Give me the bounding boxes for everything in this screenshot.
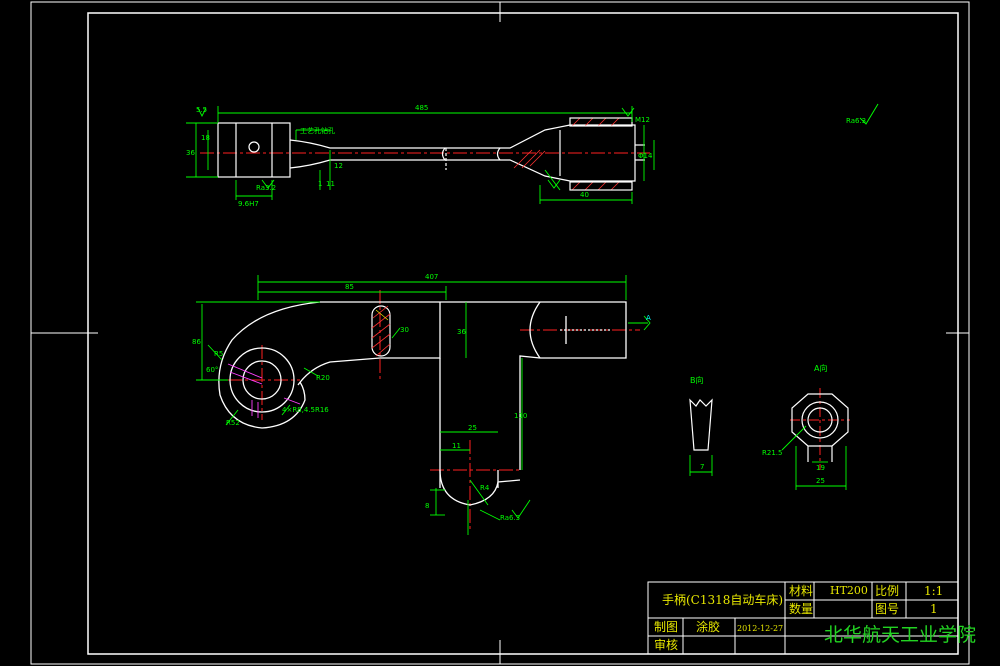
front-view-end-dim-1: 8: [425, 502, 429, 510]
title-material-label: 材料: [789, 584, 814, 598]
title-school: 北华航天工业学院: [824, 624, 977, 646]
title-scale-label: 比例: [875, 584, 900, 598]
top-view-roughness: Ra3.2: [256, 184, 276, 192]
top-view-left-dim-2: 18: [201, 134, 210, 142]
top-view-dim-text: 485 5.5 18 36 Ra3.2 9.6H7 1 12 11 工艺孔钻孔 …: [186, 104, 653, 208]
top-view-thread-block: [569, 117, 633, 191]
front-view-shaft-dim-2: 11: [452, 442, 461, 450]
top-view-hole-dim: 9.6H7: [238, 200, 259, 208]
top-view-overall-dim: 485: [415, 104, 428, 112]
front-view-arrow-label: A: [646, 314, 651, 322]
top-view-left-dim-1: 5.5: [196, 106, 207, 114]
roughness-symbol-text: Ra6.3: [846, 117, 866, 125]
top-view-note: 工艺孔钻孔: [300, 126, 335, 135]
front-view-dim-text: 407 85 86 60° R5 R52 R20 4×R8,4.5R16 30 …: [192, 273, 651, 522]
title-scale-value: 1:1: [924, 584, 944, 598]
title-block: 手柄(C1318自动车床) 材料 HT200 比例 1:1 数量 图号 1 制图…: [648, 582, 976, 654]
front-view-hole-note: 4×R8,4.5R16: [282, 406, 329, 414]
front-view-upper-dim: 85: [345, 283, 354, 291]
top-view-hatch: [513, 117, 620, 191]
view-b: B向 7: [689, 375, 713, 476]
top-view-dia-dim: Φ14: [638, 152, 653, 160]
front-view-outline: [218, 301, 627, 506]
sheet-border: [30, 1, 970, 665]
view-a-dim-2: 25: [816, 477, 825, 485]
title-drawn-label: 制图: [654, 620, 679, 634]
title-date: 2012-12-27: [737, 624, 784, 633]
top-view: 485 5.5 18 36 Ra3.2 9.6H7 1 12 11 工艺孔钻孔 …: [186, 104, 655, 208]
title-drawing-no-label: 图号: [875, 602, 900, 616]
front-view-overall-dim: 407: [425, 273, 438, 281]
title-quantity-label: 数量: [789, 602, 814, 616]
top-view-dim-12: 12: [334, 162, 343, 170]
drawing-frame: [87, 12, 959, 655]
front-view-radius-2: R52: [226, 419, 240, 427]
top-view-length-dim: 40: [580, 191, 589, 199]
front-view-dimensions: [196, 275, 651, 535]
front-view-radius-1: R5: [214, 350, 223, 358]
view-a-radius: R21.5: [762, 449, 782, 457]
title-reviewed-label: 审核: [654, 638, 679, 652]
title-material-value: HT200: [830, 584, 868, 597]
front-view-shaft-dim-3: 110: [514, 412, 527, 420]
view-b-dim: 7: [700, 463, 704, 471]
view-a-dim-1: 19: [816, 464, 825, 472]
engineering-drawing: 485 5.5 18 36 Ra3.2 9.6H7 1 12 11 工艺孔钻孔 …: [30, 1, 970, 665]
view-b-outline: [689, 398, 713, 451]
title-part-name: 手柄(C1318自动车床): [662, 593, 784, 607]
title-drawn-name: 涂胶: [696, 620, 721, 634]
view-b-label: B向: [690, 375, 704, 385]
view-a-label: A向: [814, 363, 827, 373]
front-view-height-dim: 36: [457, 328, 466, 336]
top-view-dim-11: 11: [326, 180, 335, 188]
top-view-left-dim-3: 36: [186, 149, 195, 157]
title-drawing-no-value: 1: [930, 602, 938, 616]
front-view: 407 85 86 60° R5 R52 R20 4×R8,4.5R16 30 …: [192, 273, 651, 535]
front-view-end-dim-3: Ra6.3: [500, 514, 520, 522]
top-view-outline: [217, 122, 645, 182]
front-view-slot-dim: 30: [400, 326, 409, 334]
front-view-slot: [371, 305, 391, 357]
front-view-shaft-dim-1: 25: [468, 424, 477, 432]
front-view-radius-3: R20: [316, 374, 330, 382]
view-a: A向 R21.5 19 25: [762, 363, 850, 490]
roughness-symbol: Ra6.3: [846, 103, 879, 125]
top-view-thread-dim: M12: [635, 116, 650, 124]
sheet-frame: [30, 1, 970, 665]
front-view-angle-dim: 60°: [206, 366, 218, 374]
front-view-end-dim-2: R4: [480, 484, 490, 492]
front-view-left-dim: 86: [192, 338, 201, 346]
top-view-small-dim: 1: [318, 180, 322, 188]
